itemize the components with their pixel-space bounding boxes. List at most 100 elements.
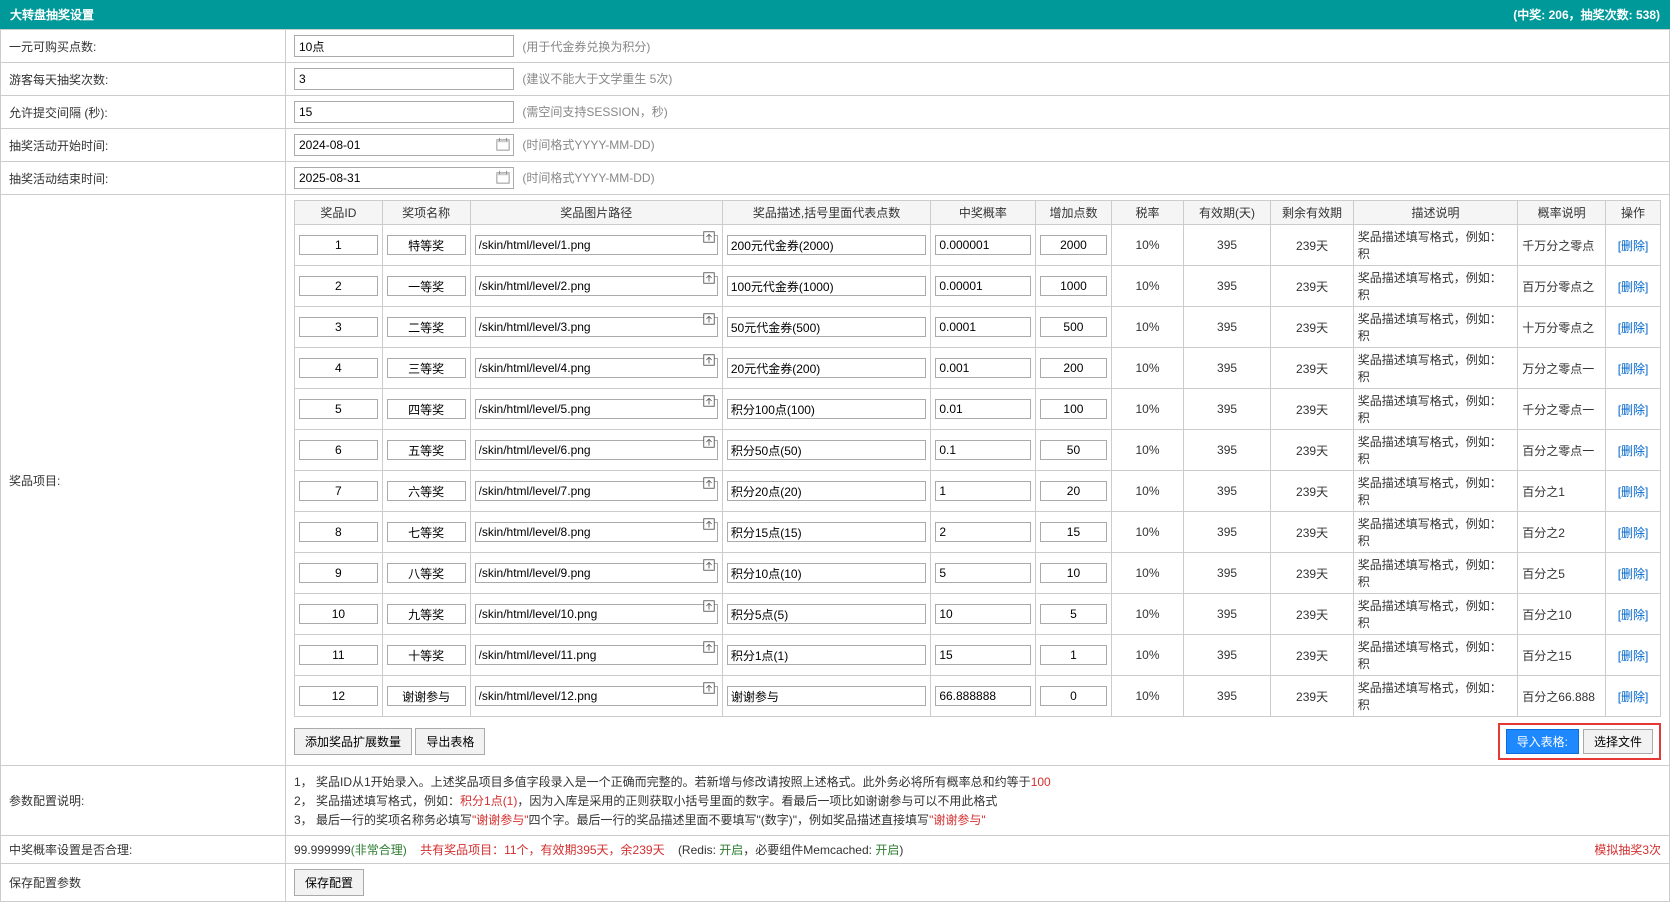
prize-prob-input[interactable] <box>935 563 1030 583</box>
delete-link[interactable]: [删除] <box>1618 403 1649 417</box>
save-button[interactable]: 保存配置 <box>294 869 364 896</box>
prize-id-input[interactable] <box>299 235 378 255</box>
prize-img-input[interactable] <box>475 399 718 419</box>
prize-img-input[interactable] <box>475 276 718 296</box>
prize-id-input[interactable] <box>299 358 378 378</box>
prize-id-input[interactable] <box>299 317 378 337</box>
prize-img-input[interactable] <box>475 481 718 501</box>
delete-link[interactable]: [删除] <box>1618 485 1649 499</box>
prize-id-input[interactable] <box>299 604 378 624</box>
upload-icon[interactable] <box>702 640 716 654</box>
prize-id-input[interactable] <box>299 440 378 460</box>
prize-id-input[interactable] <box>299 399 378 419</box>
prize-name-input[interactable] <box>387 604 466 624</box>
delete-link[interactable]: [删除] <box>1618 526 1649 540</box>
prize-pts-input[interactable] <box>1040 235 1108 255</box>
prize-prob-input[interactable] <box>935 276 1030 296</box>
prize-desc-input[interactable] <box>727 522 926 542</box>
prize-id-input[interactable] <box>299 645 378 665</box>
prize-name-input[interactable] <box>387 481 466 501</box>
prize-name-input[interactable] <box>387 276 466 296</box>
prize-prob-input[interactable] <box>935 481 1030 501</box>
prize-id-input[interactable] <box>299 686 378 706</box>
prize-prob-input[interactable] <box>935 604 1030 624</box>
prize-img-input[interactable] <box>475 686 718 706</box>
end-date-input[interactable] <box>294 167 514 189</box>
prize-pts-input[interactable] <box>1040 440 1108 460</box>
upload-icon[interactable] <box>702 558 716 572</box>
prize-name-input[interactable] <box>387 563 466 583</box>
add-prize-button[interactable]: 添加奖品扩展数量 <box>294 728 412 755</box>
upload-icon[interactable] <box>702 599 716 613</box>
upload-icon[interactable] <box>702 230 716 244</box>
prize-id-input[interactable] <box>299 276 378 296</box>
delete-link[interactable]: [删除] <box>1618 362 1649 376</box>
prize-desc-input[interactable] <box>727 358 926 378</box>
prize-prob-input[interactable] <box>935 645 1030 665</box>
prize-pts-input[interactable] <box>1040 604 1108 624</box>
prize-img-input[interactable] <box>475 645 718 665</box>
prize-prob-input[interactable] <box>935 522 1030 542</box>
upload-icon[interactable] <box>702 517 716 531</box>
delete-link[interactable]: [删除] <box>1618 321 1649 335</box>
prize-name-input[interactable] <box>387 235 466 255</box>
upload-icon[interactable] <box>702 353 716 367</box>
prize-name-input[interactable] <box>387 399 466 419</box>
prize-prob-input[interactable] <box>935 399 1030 419</box>
prize-name-input[interactable] <box>387 645 466 665</box>
prize-img-input[interactable] <box>475 317 718 337</box>
upload-icon[interactable] <box>702 271 716 285</box>
prize-pts-input[interactable] <box>1040 645 1108 665</box>
upload-icon[interactable] <box>702 435 716 449</box>
prize-pts-input[interactable] <box>1040 522 1108 542</box>
prize-img-input[interactable] <box>475 604 718 624</box>
prize-desc-input[interactable] <box>727 563 926 583</box>
start-date-input[interactable] <box>294 134 514 156</box>
prize-desc-input[interactable] <box>727 481 926 501</box>
prize-name-input[interactable] <box>387 522 466 542</box>
prize-pts-input[interactable] <box>1040 317 1108 337</box>
prize-img-input[interactable] <box>475 440 718 460</box>
prize-desc-input[interactable] <box>727 686 926 706</box>
prize-pts-input[interactable] <box>1040 563 1108 583</box>
points-input[interactable] <box>294 35 514 57</box>
delete-link[interactable]: [删除] <box>1618 239 1649 253</box>
prize-desc-input[interactable] <box>727 645 926 665</box>
prize-prob-input[interactable] <box>935 440 1030 460</box>
prize-name-input[interactable] <box>387 686 466 706</box>
delete-link[interactable]: [删除] <box>1618 608 1649 622</box>
import-table-button[interactable]: 导入表格: <box>1506 729 1579 754</box>
prize-desc-input[interactable] <box>727 399 926 419</box>
prize-desc-input[interactable] <box>727 276 926 296</box>
export-table-button[interactable]: 导出表格 <box>415 728 485 755</box>
prize-pts-input[interactable] <box>1040 481 1108 501</box>
prize-prob-input[interactable] <box>935 235 1030 255</box>
delete-link[interactable]: [删除] <box>1618 649 1649 663</box>
prize-id-input[interactable] <box>299 563 378 583</box>
delete-link[interactable]: [删除] <box>1618 567 1649 581</box>
upload-icon[interactable] <box>702 681 716 695</box>
prize-img-input[interactable] <box>475 522 718 542</box>
prize-name-input[interactable] <box>387 440 466 460</box>
prize-desc-input[interactable] <box>727 604 926 624</box>
prize-desc-input[interactable] <box>727 235 926 255</box>
prize-pts-input[interactable] <box>1040 358 1108 378</box>
delete-link[interactable]: [删除] <box>1618 280 1649 294</box>
interval-input[interactable] <box>294 101 514 123</box>
prize-img-input[interactable] <box>475 358 718 378</box>
guest-input[interactable] <box>294 68 514 90</box>
simulate-link[interactable]: 模拟抽奖3次 <box>1594 841 1661 858</box>
prize-desc-input[interactable] <box>727 440 926 460</box>
prize-desc-input[interactable] <box>727 317 926 337</box>
prize-prob-input[interactable] <box>935 686 1030 706</box>
prize-name-input[interactable] <box>387 358 466 378</box>
prize-img-input[interactable] <box>475 235 718 255</box>
prize-name-input[interactable] <box>387 317 466 337</box>
prize-prob-input[interactable] <box>935 358 1030 378</box>
prize-pts-input[interactable] <box>1040 276 1108 296</box>
prize-id-input[interactable] <box>299 481 378 501</box>
delete-link[interactable]: [删除] <box>1618 444 1649 458</box>
upload-icon[interactable] <box>702 312 716 326</box>
prize-img-input[interactable] <box>475 563 718 583</box>
prize-id-input[interactable] <box>299 522 378 542</box>
